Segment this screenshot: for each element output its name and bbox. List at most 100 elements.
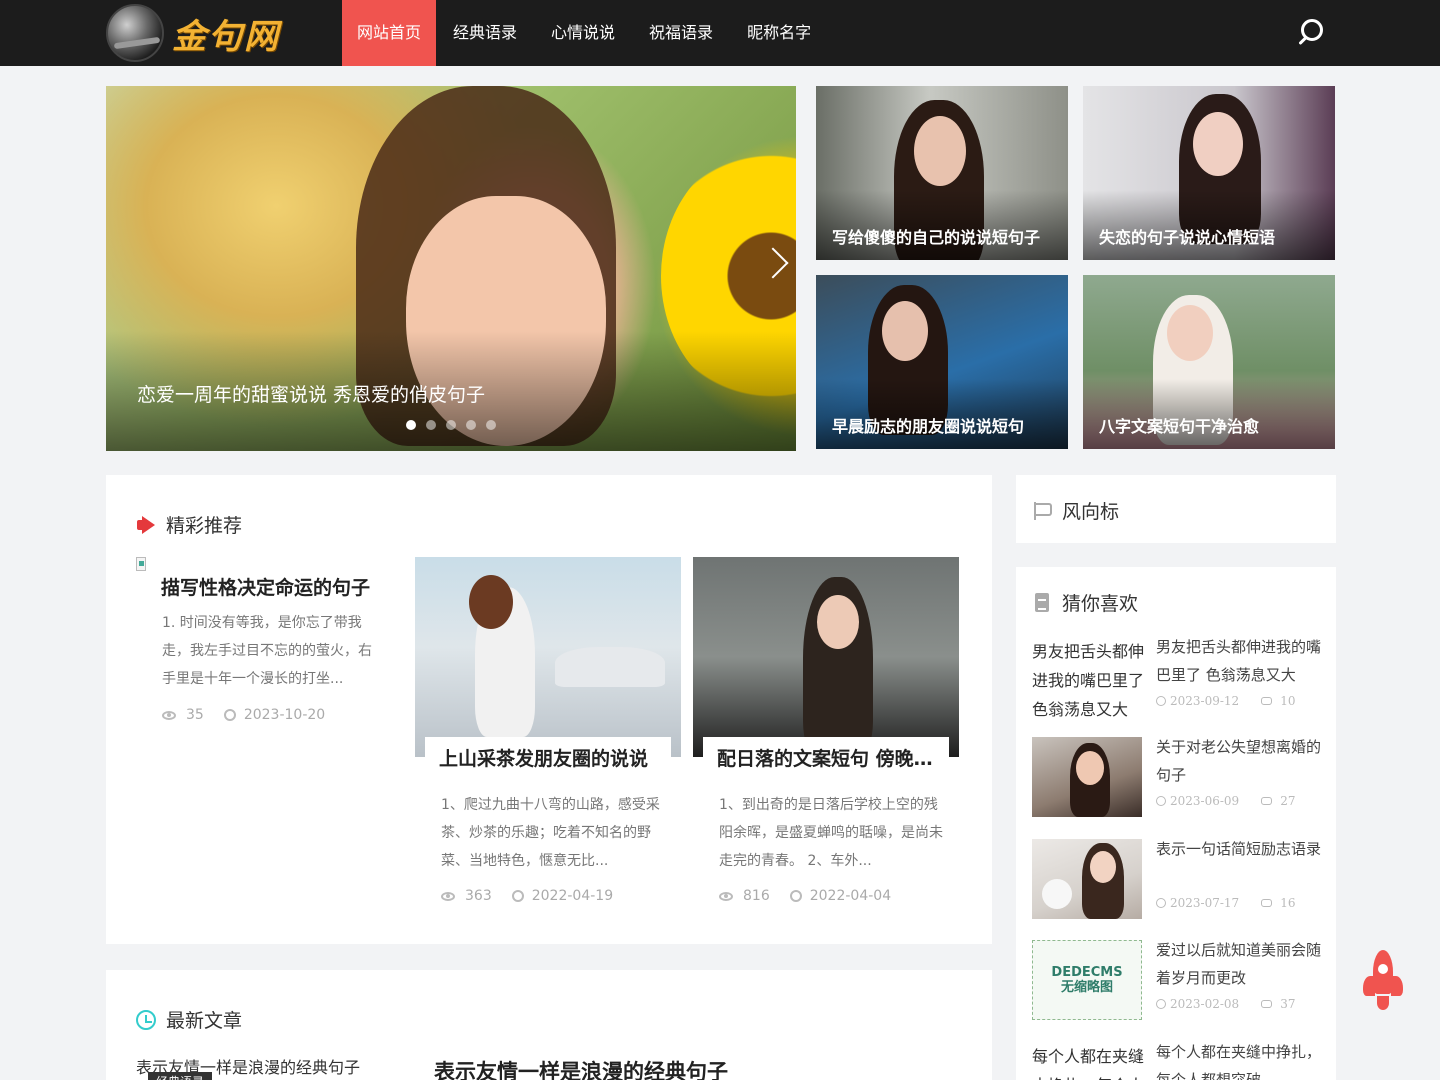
slider-dot[interactable]	[426, 420, 436, 430]
nav-item-classic-quotes[interactable]: 经典语录	[436, 0, 534, 66]
featured-tile[interactable]: 写给傻傻的自己的说说短句子	[816, 86, 1068, 260]
site-logo[interactable]: 金句网	[106, 4, 286, 62]
card-image[interactable]	[693, 557, 959, 757]
card-excerpt: 1、到出奇的是日落后学校上空的残阳余晖，是盛夏蝉鸣的聒噪，是尚未走完的青春。 2…	[719, 797, 943, 869]
comment-icon	[1261, 797, 1273, 805]
search-icon[interactable]	[1296, 18, 1326, 48]
broken-image-icon	[136, 557, 146, 571]
card-image-car	[555, 647, 665, 687]
like-item[interactable]: 表示一句话简短励志语录 2023-07-17 16	[1032, 839, 1322, 921]
like-comments: 16	[1280, 896, 1296, 910]
like-thumbnail[interactable]	[1032, 737, 1142, 817]
like-meta: 2023-02-08 37	[1156, 997, 1295, 1011]
thumb-face	[1076, 751, 1104, 785]
slider-dot[interactable]	[486, 420, 496, 430]
featured-tile[interactable]: 早晨励志的朋友圈说说短句	[816, 275, 1068, 449]
card-meta: 35 2023-10-20	[162, 707, 325, 723]
tile-caption[interactable]: 早晨励志的朋友圈说说短句	[832, 413, 1024, 437]
like-item[interactable]: DEDECMS 无缩略图 爱过以后就知道美丽会随着岁月而更改 2023-02-0…	[1032, 940, 1322, 1022]
like-comments: 37	[1280, 997, 1296, 1011]
card-image[interactable]	[415, 557, 681, 757]
like-date: 2023-07-17	[1170, 896, 1240, 910]
card-meta: 816 2022-04-04	[719, 888, 891, 904]
clock-icon	[789, 890, 802, 902]
comment-icon	[1261, 899, 1273, 907]
slider-dot[interactable]	[466, 420, 476, 430]
nav-item-blessings[interactable]: 祝福语录	[632, 0, 730, 66]
like-title[interactable]: 表示一句话简短励志语录	[1156, 835, 1322, 863]
like-date: 2023-06-09	[1170, 794, 1240, 808]
thumb-cat	[1042, 879, 1072, 909]
latest-category-tag[interactable]: 经典语录	[148, 1072, 213, 1080]
like-date: 2023-09-12	[1170, 694, 1240, 708]
clock-icon	[223, 709, 236, 721]
tile-caption[interactable]: 失恋的句子说说心情短语	[1099, 224, 1275, 248]
tile-caption[interactable]: 八字文案短句干净治愈	[1099, 413, 1259, 437]
card-date: 2022-04-19	[531, 888, 614, 904]
latest-title: 最新文章	[166, 1010, 243, 1032]
slider-dot[interactable]	[446, 420, 456, 430]
like-item[interactable]: 每个人都在夹缝中挣扎，每个人都想突破 每个人都在夹缝中挣扎，每个人都想突破	[1032, 1042, 1322, 1080]
like-item[interactable]: 关于对老公失望想离婚的句子 2023-06-09 27	[1032, 737, 1322, 819]
megaphone-icon	[136, 515, 156, 535]
trend-title: 风向标	[1062, 501, 1120, 523]
like-meta: 2023-06-09 27	[1156, 794, 1295, 808]
main-nav: 网站首页 经典语录 心情说说 祝福语录 昵称名字	[342, 0, 828, 66]
like-title[interactable]: 爱过以后就知道美丽会随着岁月而更改	[1156, 936, 1322, 992]
like-title[interactable]: 每个人都在夹缝中挣扎，每个人都想突破	[1156, 1038, 1322, 1080]
like-thumbnail[interactable]	[1032, 839, 1142, 919]
rocket-icon[interactable]	[1363, 950, 1403, 1012]
card-title[interactable]: 上山采茶发朋友圈的说说	[425, 737, 671, 779]
clock-icon	[1156, 796, 1166, 806]
hero-slider[interactable]: 恋爱一周年的甜蜜说说 秀恩爱的俏皮句子	[106, 86, 796, 451]
clock-icon	[136, 1009, 156, 1030]
card-image-face	[817, 595, 859, 649]
clock-icon	[1156, 696, 1166, 706]
slider-dot[interactable]	[406, 420, 416, 430]
featured-tile[interactable]: 失恋的句子说说心情短语	[1083, 86, 1335, 260]
nav-item-home[interactable]: 网站首页	[342, 0, 437, 66]
latest-article-title[interactable]: 表示友情一样是浪漫的经典句子	[434, 1056, 728, 1080]
like-image-alt[interactable]: 男友把舌头都伸进我的嘴巴里了 色翁荡息又大	[1032, 637, 1150, 717]
no-thumbnail-placeholder[interactable]: DEDECMS 无缩略图	[1032, 940, 1142, 1020]
clock-icon	[1156, 898, 1166, 908]
nav-item-nicknames[interactable]: 昵称名字	[730, 0, 828, 66]
slide-caption[interactable]: 恋爱一周年的甜蜜说说 秀恩爱的俏皮句子	[137, 380, 485, 407]
like-comments: 10	[1280, 694, 1296, 708]
card-meta: 363 2022-04-19	[441, 888, 613, 904]
logo-ball-icon	[106, 4, 164, 62]
card-excerpt: 1. 时间没有等我，是你忘了带我走，我左手过目不忘的的萤火，右手里是十年一个漫长…	[162, 615, 372, 687]
like-item[interactable]: 男友把舌头都伸进我的嘴巴里了 色翁荡息又大 男友把舌头都伸进我的嘴巴里了 色翁荡…	[1032, 637, 1322, 719]
card-excerpt: 1、爬过九曲十八弯的山路，感受采茶、炒茶的乐趣；吃着不知名的野菜、当地特色，惬意…	[441, 797, 660, 869]
featured-tile[interactable]: 八字文案短句干净治愈	[1083, 275, 1335, 449]
card-title[interactable]: 配日落的文案短句 傍晚的日落文案	[703, 737, 949, 779]
guess-heading: 猜你喜欢	[1032, 589, 1138, 616]
card-views: 816	[743, 888, 770, 904]
like-title[interactable]: 关于对老公失望想离婚的句子	[1156, 733, 1322, 789]
latest-heading: 最新文章	[136, 1006, 242, 1033]
tile-caption[interactable]: 写给傻傻的自己的说说短句子	[832, 224, 1040, 248]
card-date: 2023-10-20	[243, 707, 326, 723]
comment-icon	[1261, 697, 1273, 705]
like-title[interactable]: 男友把舌头都伸进我的嘴巴里了 色翁荡息又大	[1156, 633, 1322, 689]
clock-icon	[1156, 999, 1166, 1009]
chevron-right-icon[interactable]	[762, 246, 782, 282]
placeholder-line: DEDECMS	[1051, 965, 1123, 980]
tile-image-face	[914, 116, 966, 186]
recommend-heading: 精彩推荐	[136, 511, 242, 538]
trend-panel: 风向标	[1016, 475, 1336, 543]
nav-item-mood-posts[interactable]: 心情说说	[534, 0, 632, 66]
like-date: 2023-02-08	[1170, 997, 1240, 1011]
tile-image-face	[1167, 305, 1213, 361]
eye-icon	[162, 710, 176, 720]
top-navbar: 金句网 网站首页 经典语录 心情说说 祝福语录 昵称名字	[0, 0, 1440, 66]
clock-icon	[511, 890, 524, 902]
eye-icon	[441, 891, 455, 901]
like-comments: 27	[1280, 794, 1296, 808]
recommend-title: 精彩推荐	[166, 515, 243, 537]
card-title[interactable]: 描写性格决定命运的句子	[161, 573, 391, 600]
eye-icon	[719, 891, 733, 901]
guess-you-like-panel: 猜你喜欢 男友把舌头都伸进我的嘴巴里了 色翁荡息又大 男友把舌头都伸进我的嘴巴里…	[1016, 567, 1336, 1080]
logo-text: 金句网	[172, 16, 280, 57]
like-image-alt[interactable]: 每个人都在夹缝中挣扎，每个人都想突破	[1032, 1042, 1150, 1080]
